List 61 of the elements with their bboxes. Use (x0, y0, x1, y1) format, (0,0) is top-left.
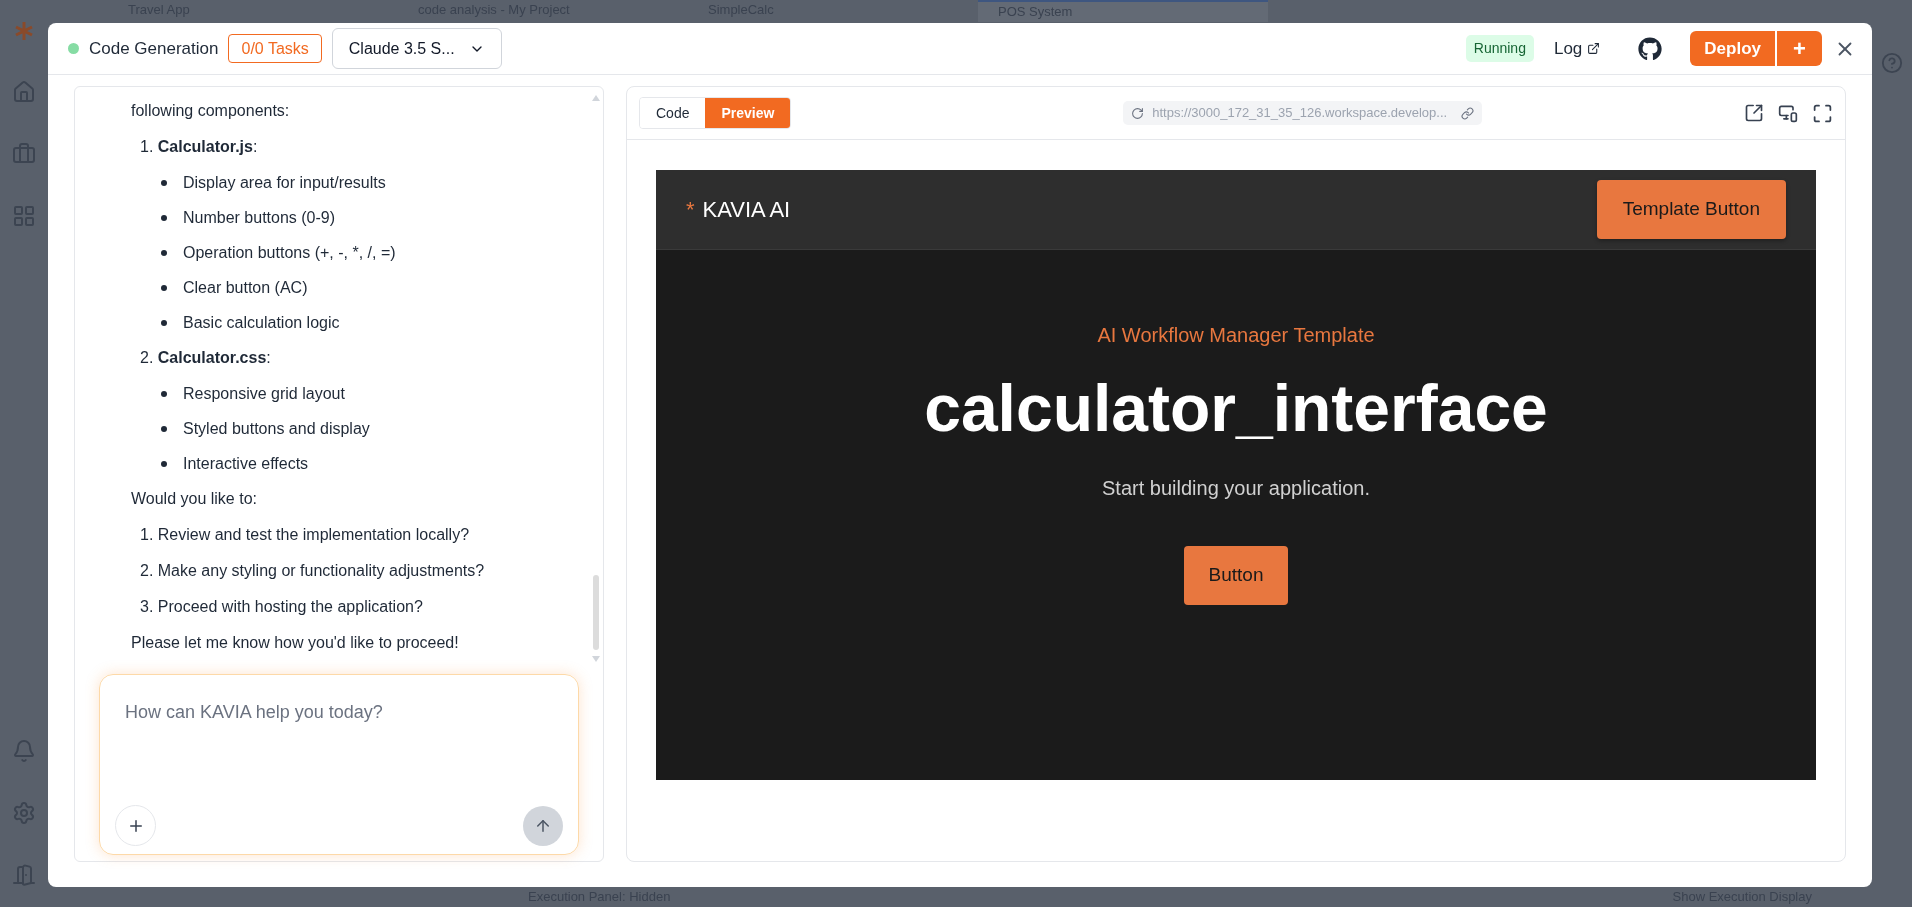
bullet-icon (161, 390, 167, 397)
bullet-icon (161, 179, 167, 186)
log-link[interactable]: Log (1553, 35, 1601, 62)
bullet-item: Display area for input/results (183, 172, 386, 193)
app-title: calculator_interface (924, 372, 1548, 445)
bullet-item: Responsive grid layout (183, 383, 345, 404)
bullet-icon (161, 319, 167, 326)
model-dropdown[interactable]: Claude 3.5 S... (331, 28, 502, 69)
scroll-up-icon[interactable] (592, 95, 600, 101)
bullet-icon (161, 249, 167, 256)
numbered-item: 2. Make any styling or functionality adjustments? (139, 561, 485, 581)
brand-name: KAVIA AI (702, 196, 791, 224)
open-in-new-icon[interactable] (1744, 102, 1764, 123)
link-icon[interactable] (1461, 106, 1475, 120)
briefcase-icon[interactable] (12, 142, 36, 166)
bullet-item: Operation buttons (+, -, *, /, =) (183, 242, 396, 263)
template-button[interactable]: Template Button (1596, 180, 1786, 239)
url-bar[interactable]: https://3000_172_31_35_126.workspace.develop... (1123, 101, 1483, 125)
bullet-item: Styled buttons and display (183, 418, 370, 439)
bullet-item: Interactive effects (183, 453, 309, 474)
github-icon[interactable] (1638, 36, 1663, 61)
bullet-icon (161, 425, 167, 432)
bell-icon[interactable] (12, 739, 36, 763)
url-text: https://3000_172_31_35_126.workspace.develop... (1152, 104, 1448, 123)
brand-mark: * (686, 196, 695, 224)
bullet-icon (161, 284, 167, 291)
deploy-button[interactable]: Deploy (1690, 31, 1775, 66)
bullet-item: Clear button (AC) (183, 277, 308, 298)
numbered-item: 1. Review and test the implementation locally? (139, 525, 470, 545)
chat-paragraph: following components: (130, 101, 291, 121)
logo-icon (13, 20, 35, 42)
reload-icon[interactable] (1131, 106, 1145, 120)
tasks-button[interactable]: 0/0 Tasks (228, 34, 322, 63)
home-icon[interactable] (12, 80, 36, 104)
numbered-item: 2. Calculator.css: (139, 348, 271, 368)
external-link-icon (1587, 42, 1601, 55)
app-button[interactable]: Button (1183, 545, 1289, 605)
help-icon[interactable] (1881, 52, 1903, 74)
fullscreen-icon[interactable] (1812, 102, 1833, 124)
bullet-item: Number buttons (0-9) (183, 207, 336, 228)
numbered-item: 1. Calculator.js: (139, 137, 258, 157)
app-subtitle: AI Workflow Manager Template (1097, 323, 1375, 348)
running-status-badge: Running (1465, 35, 1534, 62)
numbered-item: 3. Proceed with hosting the application? (139, 597, 423, 617)
app-tagline: Start building your application. (1102, 475, 1370, 501)
message-input[interactable]: How can KAVIA help you today? (99, 674, 579, 855)
chat-paragraph: Would you like to: (130, 489, 258, 509)
bullet-icon (161, 460, 167, 467)
bullet-item: Basic calculation logic (183, 312, 340, 333)
send-button[interactable] (523, 805, 563, 846)
grid-icon[interactable] (12, 204, 36, 228)
view-tab[interactable]: Preview (705, 98, 791, 128)
chat-paragraph: Please let me know how you'd like to proceed! (130, 633, 460, 653)
scroll-down-icon[interactable] (592, 656, 600, 662)
door-icon[interactable] (12, 863, 36, 887)
settings-icon[interactable] (12, 801, 36, 825)
bullet-icon (161, 214, 167, 221)
dialog-title: Code Generation (89, 37, 219, 60)
deploy-more-button[interactable]: + (1777, 31, 1822, 66)
message-input-text[interactable]: How can KAVIA help you today? (115, 699, 563, 726)
scrollbar-thumb[interactable] (593, 575, 599, 650)
